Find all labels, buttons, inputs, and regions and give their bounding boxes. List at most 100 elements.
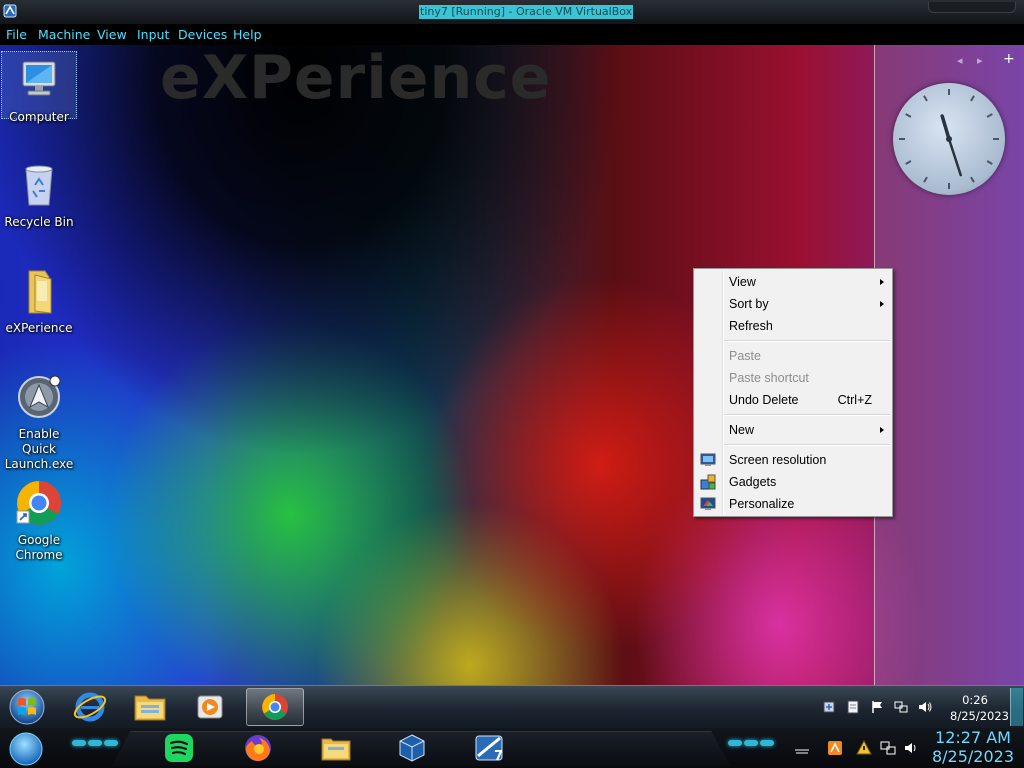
svg-text:7: 7 — [494, 749, 503, 764]
dock-indicator — [744, 740, 758, 746]
desktop-icon-experience-folder[interactable]: eXPerience — [1, 263, 77, 336]
vm-menubar: File Machine View Input Devices Help — [0, 24, 1024, 45]
start-button[interactable] — [0, 688, 54, 726]
volume-icon[interactable] — [918, 700, 932, 714]
dock-indicator — [88, 740, 102, 746]
chrome-icon — [16, 481, 61, 525]
ctx-item-personalize[interactable]: Personalize — [696, 493, 890, 515]
sidebar-prev-icon[interactable]: ◂ — [957, 54, 963, 67]
host-clock[interactable]: 12:27 AM 8/25/2023 — [928, 728, 1018, 766]
virtualbox-icon[interactable] — [396, 732, 428, 764]
host-dock: 7 12:27 AM 8/25/2023 — [0, 728, 1024, 768]
ctx-item-sort-by[interactable]: Sort by — [696, 293, 890, 315]
submenu-arrow-icon — [880, 301, 884, 307]
desktop-icon-label: Google Chrome — [15, 533, 63, 562]
desktop-icon-google-chrome[interactable]: Google Chrome — [1, 475, 77, 563]
host-volume-icon[interactable] — [904, 740, 920, 756]
menu-view[interactable]: View — [97, 27, 127, 42]
dock-indicator — [104, 740, 118, 746]
dock-indicator — [760, 740, 774, 746]
window-title: tiny7 [Running] - Oracle VM VirtualBox — [419, 5, 634, 19]
ctx-item-refresh[interactable]: Refresh — [696, 315, 890, 337]
submenu-arrow-icon — [880, 279, 884, 285]
show-desktop-button[interactable] — [1010, 688, 1023, 726]
ctx-item-screen-resolution[interactable]: Screen resolution — [696, 449, 890, 471]
gadget-sidebar[interactable]: ◂ ▸ + — [874, 45, 1024, 685]
ctx-separator — [724, 414, 890, 416]
ctx-separator — [724, 340, 890, 342]
desktop-icon-label: Enable Quick Launch.exe — [4, 427, 74, 471]
file-explorer-icon — [134, 695, 166, 721]
ctx-item-new[interactable]: New — [696, 419, 890, 441]
ctx-item-paste-shortcut: Paste shortcut — [729, 371, 809, 385]
desktop-icon-label: Computer — [9, 110, 69, 124]
taskbar-time: 0:26 — [962, 693, 988, 707]
internet-explorer-icon — [73, 692, 107, 722]
spotify-icon[interactable] — [163, 732, 195, 764]
ctx-shortcut: Ctrl+Z — [837, 393, 872, 407]
taskbar-internet-explorer[interactable] — [62, 688, 118, 726]
chrome-icon — [262, 694, 288, 720]
ctx-item-view[interactable]: View — [696, 271, 890, 293]
desktop-icon-enable-quick-launch[interactable]: Enable Quick Launch.exe — [1, 369, 77, 472]
taskbar-date: 8/25/2023 — [950, 709, 1009, 723]
tray-app-icon[interactable] — [827, 740, 843, 756]
taskbar-clock[interactable]: 0:26 8/25/2023 — [950, 692, 1009, 724]
clock-tick — [905, 113, 912, 118]
menu-file[interactable]: File — [6, 27, 27, 42]
sidebar-next-icon[interactable]: ▸ — [977, 54, 983, 67]
quick-launch-icon — [18, 375, 61, 418]
action-center-flag-icon[interactable] — [870, 700, 884, 714]
tiny7-vm-icon[interactable]: 7 — [474, 732, 506, 764]
desktop-icon-recycle-bin[interactable]: Recycle Bin — [1, 157, 77, 230]
firefox-icon[interactable] — [242, 732, 274, 764]
ctx-item-undo-delete[interactable]: Undo Delete Ctrl+Z — [696, 389, 890, 411]
host-network-icon[interactable] — [880, 740, 896, 756]
submenu-arrow-icon — [880, 427, 884, 433]
network-icon[interactable] — [894, 700, 908, 714]
host-time: 12:27 AM — [935, 728, 1011, 747]
clock-tick — [986, 160, 993, 165]
network-share-icon[interactable] — [822, 700, 836, 714]
menu-machine[interactable]: Machine — [38, 27, 90, 42]
ctx-item-gadgets[interactable]: Gadgets — [696, 471, 890, 493]
desktop-icon-label: eXPerience — [5, 321, 73, 335]
menu-help[interactable]: Help — [233, 27, 262, 42]
clock-minute-hand — [947, 137, 962, 177]
clock-tick — [923, 176, 928, 183]
menu-devices[interactable]: Devices — [178, 27, 227, 42]
recycle-bin-icon — [25, 165, 53, 206]
clock-tick — [905, 160, 912, 165]
personalize-icon — [700, 497, 716, 510]
ctx-item-paste: Paste — [729, 349, 761, 363]
dock-indicator — [72, 740, 86, 746]
start-orb-icon — [9, 689, 45, 725]
desktop-context-menu[interactable]: View Sort by Refresh Paste Paste shortcu… — [693, 268, 893, 517]
host-start-orb-icon[interactable] — [8, 731, 44, 767]
desktop-icon-computer[interactable]: Computer — [1, 51, 77, 124]
notes-icon[interactable] — [846, 700, 860, 714]
overflow-menu-icon[interactable] — [794, 740, 810, 756]
ctx-separator — [724, 444, 890, 446]
virtualbox-icon[interactable] — [2, 3, 18, 19]
clock-tick — [986, 113, 993, 118]
clock-tick — [923, 95, 928, 102]
screen-resolution-icon — [700, 453, 716, 466]
taskbar-google-chrome[interactable] — [246, 688, 304, 726]
file-explorer-icon[interactable] — [320, 732, 352, 764]
window-titlebar[interactable]: tiny7 [Running] - Oracle VM VirtualBox — [0, 0, 1024, 24]
guest-taskbar: 0:26 8/25/2023 — [0, 685, 1024, 729]
clock-tick — [970, 176, 975, 183]
window-controls[interactable] — [928, 2, 1016, 13]
taskbar-file-explorer[interactable] — [122, 688, 178, 726]
clock-tick — [970, 95, 975, 102]
wallpaper-logo-text: eXPerience — [160, 45, 552, 113]
add-gadget-icon[interactable]: + — [1003, 51, 1015, 67]
dock-indicator — [728, 740, 742, 746]
gadgets-icon — [700, 474, 716, 490]
menu-input[interactable]: Input — [137, 27, 169, 42]
warning-icon[interactable] — [856, 740, 872, 756]
clock-hour-hand — [940, 114, 951, 141]
taskbar-media-player[interactable] — [182, 688, 238, 726]
clock-gadget[interactable] — [893, 83, 1005, 195]
